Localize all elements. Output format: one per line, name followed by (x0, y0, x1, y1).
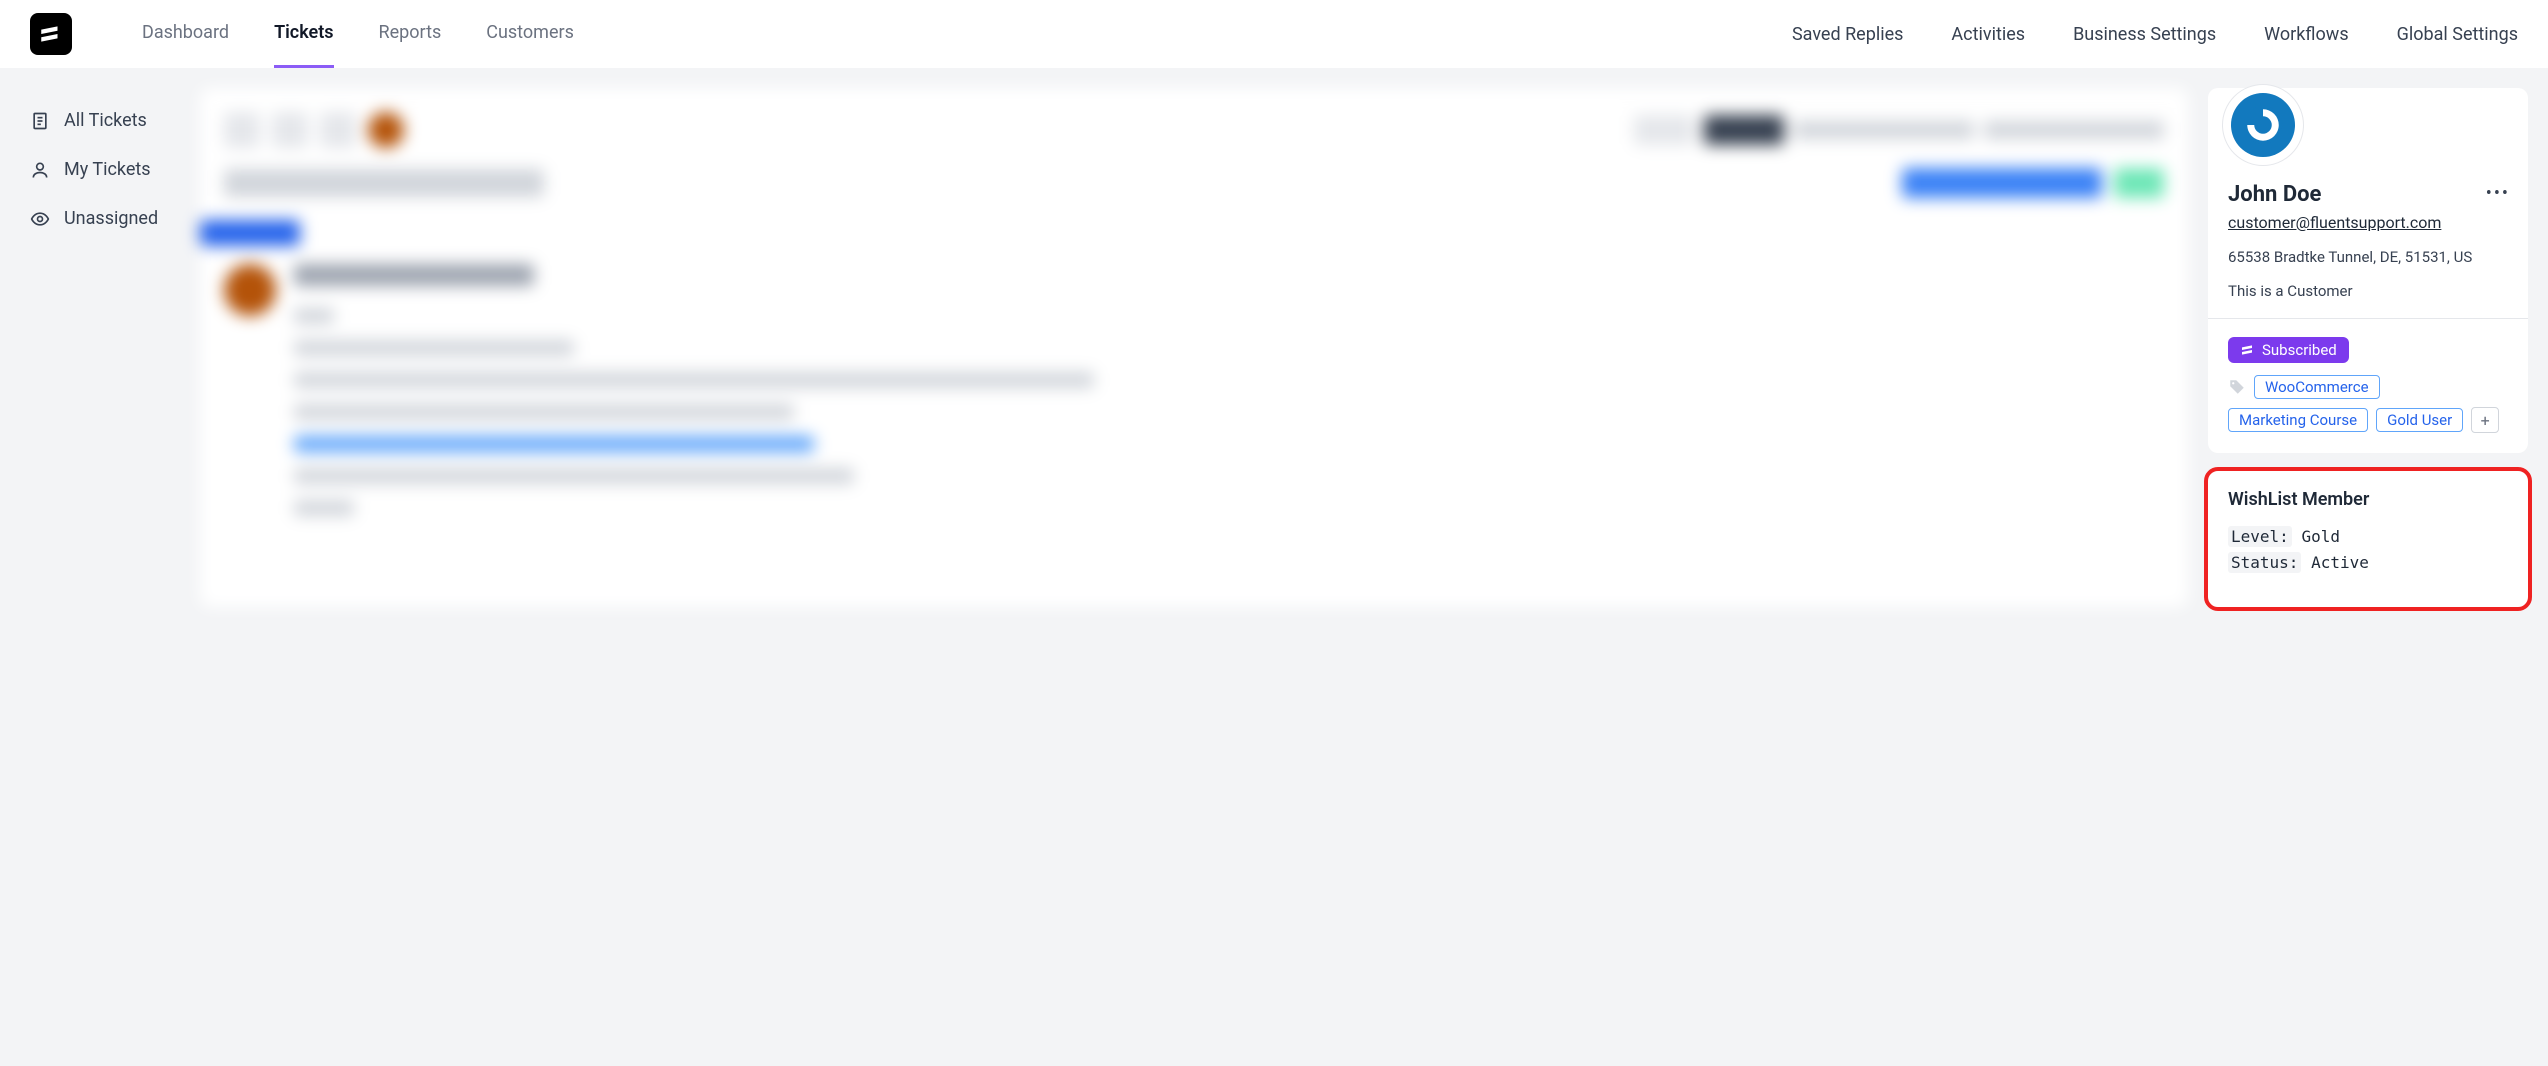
subscribed-label: Subscribed (2262, 341, 2337, 359)
customer-note: This is a Customer (2228, 282, 2508, 300)
wishlist-status-key: Status: (2228, 552, 2301, 573)
tag-gold-user[interactable]: Gold User (2376, 408, 2463, 432)
tag-woocommerce[interactable]: WooCommerce (2254, 375, 2380, 399)
sidebar-all-tickets[interactable]: All Tickets (20, 96, 180, 145)
tag-marketing-course[interactable]: Marketing Course (2228, 408, 2368, 432)
gravatar-icon (2242, 104, 2284, 146)
sidebar-my-tickets[interactable]: My Tickets (20, 145, 180, 194)
customer-name: John Doe (2228, 182, 2508, 207)
customer-card: ••• John Doe customer@fluentsupport.com … (2208, 88, 2528, 453)
nav-workflows[interactable]: Workflows (2264, 2, 2349, 67)
ticket-detail-pane (200, 88, 2188, 607)
nav-tickets[interactable]: Tickets (274, 0, 333, 68)
file-icon (30, 111, 50, 131)
subscribed-icon (2240, 342, 2256, 358)
app-logo[interactable] (30, 13, 72, 55)
wishlist-level-key: Level: (2228, 526, 2292, 547)
nav-customers[interactable]: Customers (486, 0, 574, 68)
more-options-button[interactable]: ••• (2486, 183, 2510, 204)
user-icon (30, 160, 50, 180)
customer-avatar (2222, 84, 2304, 166)
top-header: Dashboard Tickets Reports Customers Save… (0, 0, 2548, 68)
add-tag-button[interactable]: + (2471, 407, 2499, 433)
wishlist-level: Level: Gold (2228, 524, 2508, 550)
nav-global-settings[interactable]: Global Settings (2397, 2, 2518, 67)
customer-email[interactable]: customer@fluentsupport.com (2228, 213, 2508, 232)
wishlist-status-value: Active (2311, 553, 2369, 572)
sidebar-item-label: My Tickets (64, 159, 151, 180)
nav-reports[interactable]: Reports (379, 0, 442, 68)
sidebar-unassigned[interactable]: Unassigned (20, 194, 180, 243)
logo-icon (38, 21, 64, 47)
subscribed-badge: Subscribed (2228, 337, 2349, 363)
wishlist-member-card: WishList Member Level: Gold Status: Acti… (2208, 471, 2528, 607)
customer-pane: ••• John Doe customer@fluentsupport.com … (2208, 88, 2528, 607)
customer-address: 65538 Bradtke Tunnel, DE, 51531, US (2228, 248, 2508, 266)
divider (2208, 318, 2528, 319)
nav-saved-replies[interactable]: Saved Replies (1792, 2, 1903, 67)
nav-right: Saved Replies Activities Business Settin… (1792, 2, 2518, 67)
eye-icon (30, 209, 50, 229)
nav-main: Dashboard Tickets Reports Customers (142, 0, 574, 68)
nav-dashboard[interactable]: Dashboard (142, 0, 229, 68)
wishlist-status: Status: Active (2228, 550, 2508, 576)
tag-icon (2228, 378, 2246, 396)
sidebar-item-label: Unassigned (64, 208, 158, 229)
wishlist-level-value: Gold (2301, 527, 2340, 546)
nav-business-settings[interactable]: Business Settings (2073, 2, 2216, 67)
sidebar: All Tickets My Tickets Unassigned (0, 68, 200, 607)
sidebar-item-label: All Tickets (64, 110, 147, 131)
nav-activities[interactable]: Activities (1951, 2, 2025, 67)
wishlist-title: WishList Member (2228, 489, 2508, 510)
tags-row: WooCommerce Marketing Course Gold User + (2228, 375, 2508, 433)
